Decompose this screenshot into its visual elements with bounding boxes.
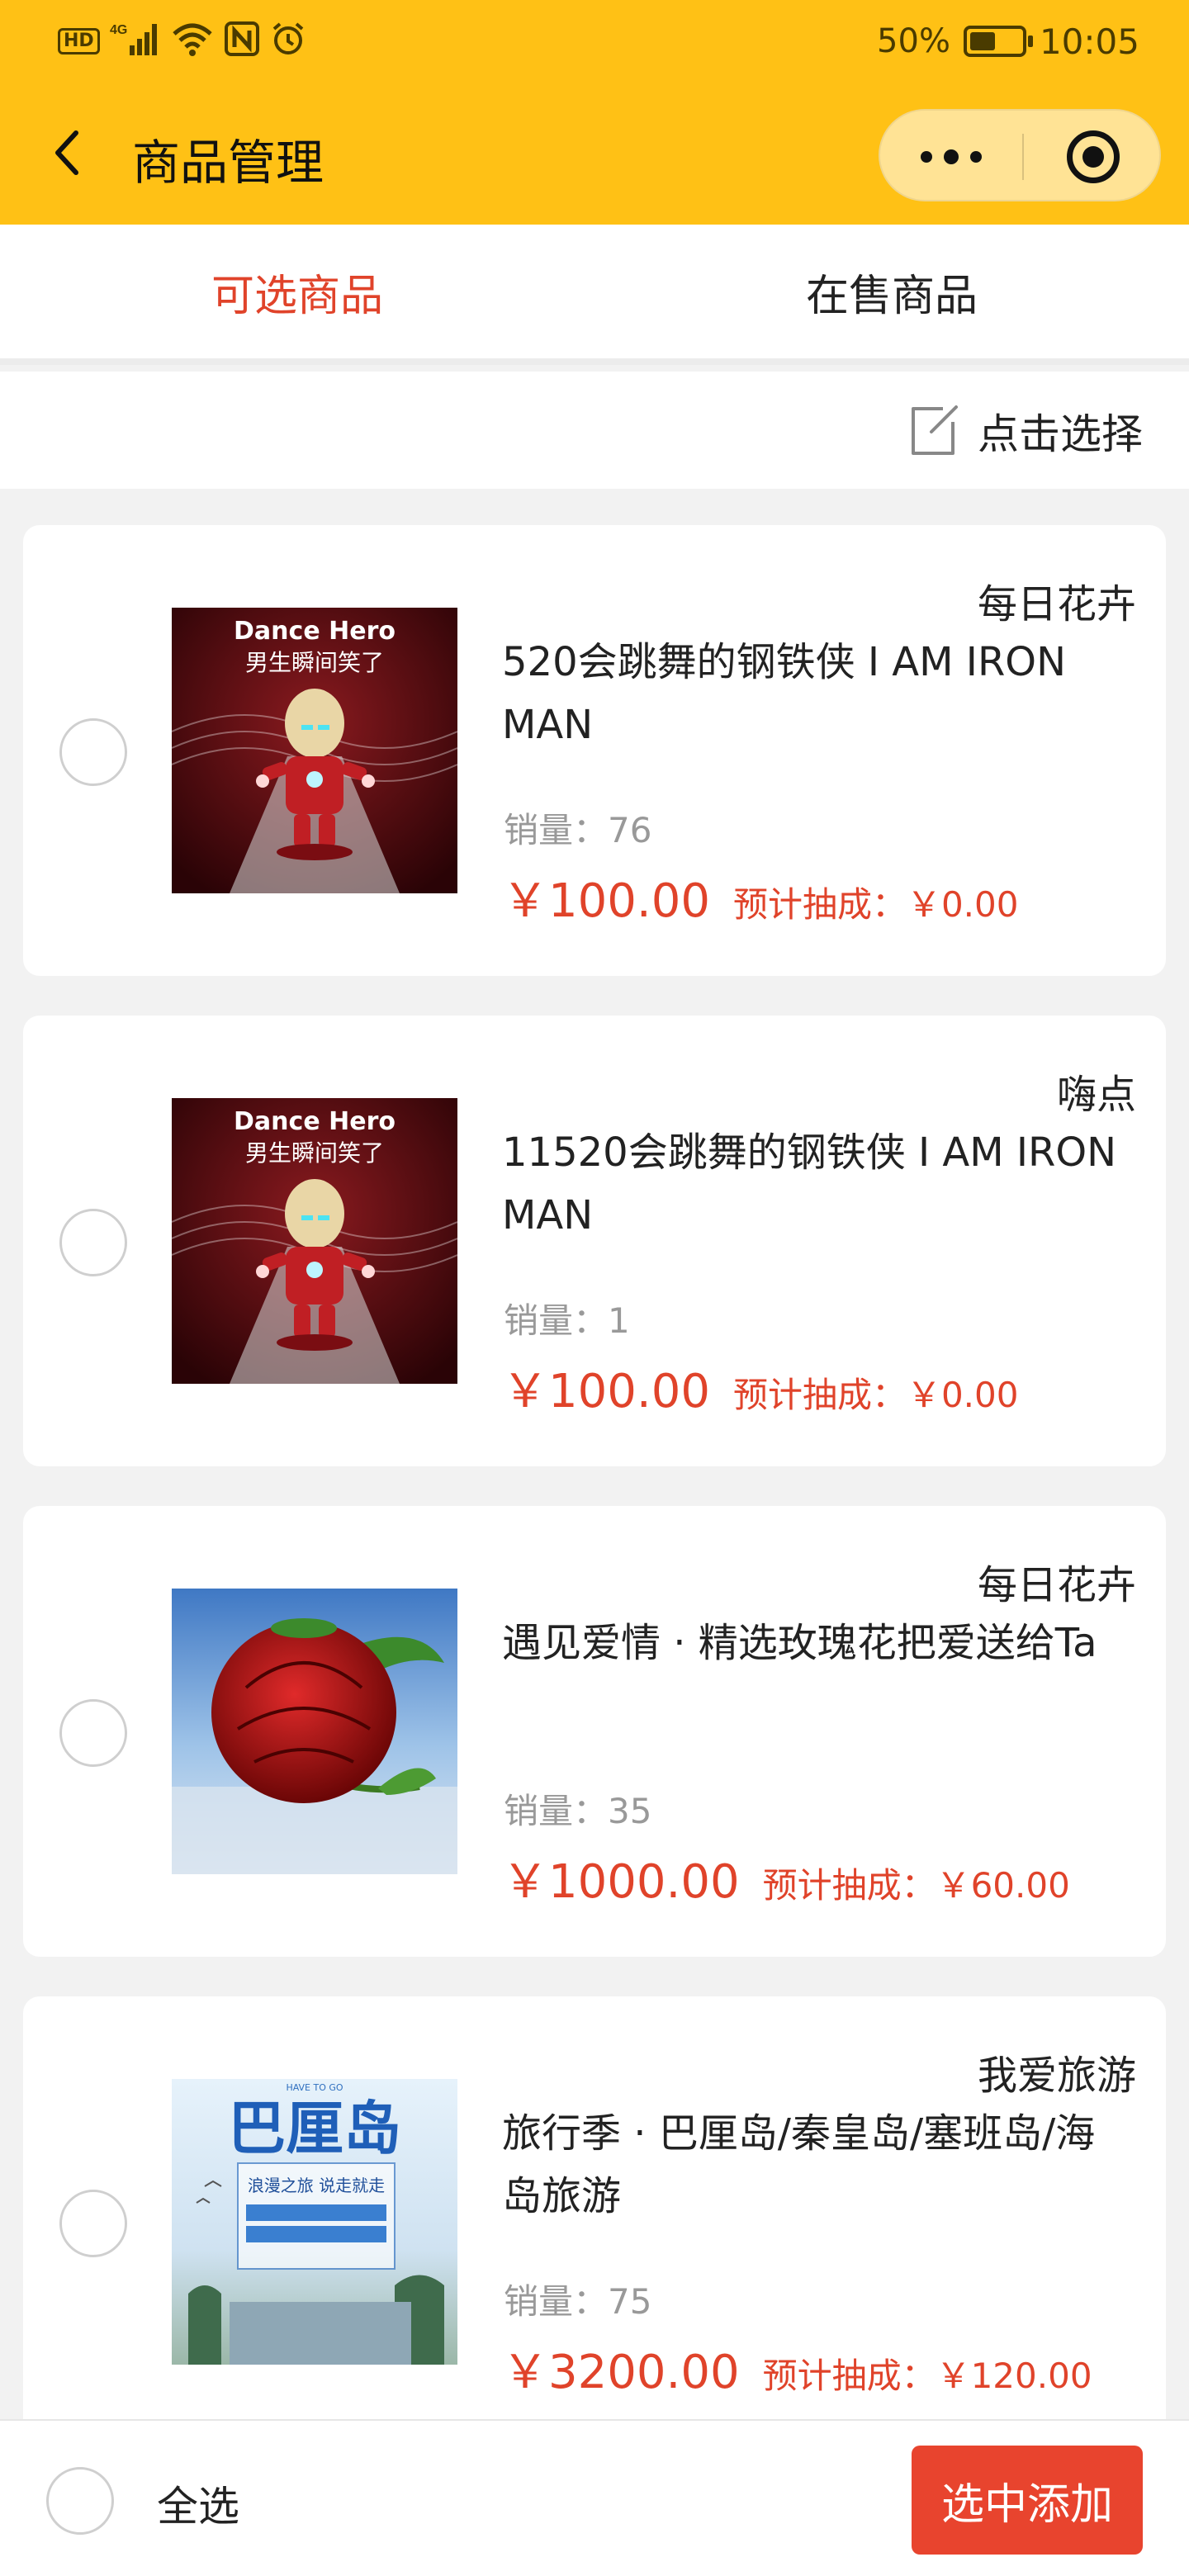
- clock: 10:05: [1039, 21, 1139, 62]
- add-selected-button[interactable]: 选中添加: [912, 2446, 1143, 2555]
- estimated-commission: 预计抽成：￥0.00: [732, 884, 1019, 925]
- product-image-title: Dance Hero: [234, 617, 396, 646]
- travel-image-tagline: 浪漫之旅 说走就走: [248, 2176, 385, 2195]
- estimated-commission: 预计抽成：￥60.00: [762, 1865, 1070, 1906]
- battery-level: [969, 32, 995, 50]
- page-title: 商品管理: [132, 135, 324, 191]
- shop-name: 我爱旅游: [977, 2053, 1136, 2099]
- top-bar: HD 4G 50% 10:05 商品管理: [0, 0, 1189, 225]
- product-select-radio[interactable]: [59, 2190, 127, 2257]
- product-sales: 销量：75: [504, 2281, 652, 2322]
- close-program-icon[interactable]: [1067, 130, 1120, 183]
- product-card: HAVE TO GO 巴厘岛 浪漫之旅 说走就走 我爱旅游 旅行季 · 巴厘岛/…: [23, 1996, 1166, 2447]
- shop-name: 每日花卉: [977, 1562, 1136, 1608]
- shop-name: 嗨点: [1056, 1072, 1136, 1118]
- product-select-radio[interactable]: [59, 718, 127, 786]
- product-image-subtitle: 男生瞬间笑了: [245, 649, 384, 676]
- product-name[interactable]: 520会跳舞的钢铁侠 I AM IRON MAN: [502, 631, 1130, 756]
- product-select-radio[interactable]: [59, 1699, 127, 1767]
- product-image[interactable]: [172, 1589, 457, 1874]
- status-icons-left: HD 4G: [58, 18, 306, 64]
- product-image[interactable]: Dance Hero 男生瞬间笑了: [172, 608, 457, 893]
- product-price: ￥1000.00: [502, 1855, 740, 1909]
- edit-icon: [907, 404, 961, 458]
- tab-selectable-products[interactable]: 可选商品: [0, 225, 594, 358]
- product-card: 每日花卉 遇见爱情 · 精选玫瑰花把爱送给Ta 销量：35 ￥1000.00 预…: [23, 1506, 1166, 1957]
- select-all-radio[interactable]: [46, 2467, 114, 2535]
- title-bar: 商品管理: [0, 83, 1189, 225]
- click-select-label: 点击选择: [978, 410, 1143, 458]
- status-icons-right: 50% 10:05: [877, 18, 1139, 64]
- product-card: Dance Hero 男生瞬间笑了 每日花卉 520会跳舞的钢铁侠 I AM I…: [23, 525, 1166, 976]
- signal-label: 4G: [110, 23, 127, 37]
- select-all-label[interactable]: 全选: [157, 2474, 239, 2533]
- travel-image-top-text: HAVE TO GO: [286, 2082, 343, 2093]
- battery-percent: 50%: [877, 22, 950, 60]
- product-price: ￥100.00: [502, 874, 710, 928]
- product-card: Dance Hero 男生瞬间笑了 嗨点 11520会跳舞的钢铁侠 I AM I…: [23, 1016, 1166, 1466]
- travel-image-title: 巴厘岛: [228, 2095, 401, 2162]
- product-name[interactable]: 遇见爱情 · 精选玫瑰花把爱送给Ta: [502, 1612, 1130, 1674]
- estimated-commission: 预计抽成：￥120.00: [762, 2356, 1092, 2396]
- mini-program-capsule: [879, 109, 1161, 201]
- battery-icon: [963, 26, 1033, 57]
- product-sales: 销量：35: [504, 1791, 652, 1831]
- price-row: ￥3200.00 预计抽成：￥120.00: [502, 2335, 1092, 2402]
- product-image[interactable]: Dance Hero 男生瞬间笑了: [172, 1098, 457, 1384]
- price-row: ￥100.00 预计抽成：￥0.00: [502, 864, 1018, 930]
- product-image-title: Dance Hero: [234, 1107, 396, 1136]
- product-select-radio[interactable]: [59, 1209, 127, 1276]
- estimated-commission: 预计抽成：￥0.00: [732, 1375, 1019, 1415]
- product-price: ￥100.00: [502, 1365, 710, 1418]
- product-sales: 销量：1: [504, 1300, 630, 1341]
- product-image[interactable]: HAVE TO GO 巴厘岛 浪漫之旅 说走就走: [172, 2079, 457, 2365]
- nfc-icon: [224, 21, 260, 62]
- signal-icon: 4G: [110, 21, 161, 62]
- click-select-button[interactable]: 点击选择: [907, 398, 1143, 464]
- capsule-divider: [1022, 134, 1024, 180]
- back-icon[interactable]: [45, 128, 94, 178]
- select-bar: 点击选择: [0, 372, 1189, 489]
- hd-icon: HD: [58, 28, 100, 54]
- product-image-subtitle: 男生瞬间笑了: [245, 1139, 384, 1167]
- tab-bar: 可选商品 在售商品: [0, 225, 1189, 365]
- price-row: ￥1000.00 预计抽成：￥60.00: [502, 1844, 1070, 1911]
- product-name[interactable]: 旅行季 · 巴厘岛/秦皇岛/塞班岛/海岛旅游: [502, 2102, 1130, 2228]
- product-price: ￥3200.00: [502, 2346, 740, 2399]
- product-sales: 销量：76: [504, 810, 652, 850]
- more-options-icon[interactable]: [880, 111, 1022, 203]
- status-bar: HD 4G 50% 10:05: [0, 0, 1189, 83]
- tab-on-sale-products[interactable]: 在售商品: [594, 225, 1189, 358]
- alarm-icon: [270, 21, 306, 62]
- shop-name: 每日花卉: [977, 581, 1136, 627]
- wifi-icon: [171, 21, 214, 62]
- product-name[interactable]: 11520会跳舞的钢铁侠 I AM IRON MAN: [502, 1121, 1130, 1247]
- bottom-bar: 全选 选中添加: [0, 2419, 1189, 2576]
- price-row: ￥100.00 预计抽成：￥0.00: [502, 1354, 1018, 1421]
- product-list: Dance Hero 男生瞬间笑了 每日花卉 520会跳舞的钢铁侠 I AM I…: [23, 525, 1166, 2487]
